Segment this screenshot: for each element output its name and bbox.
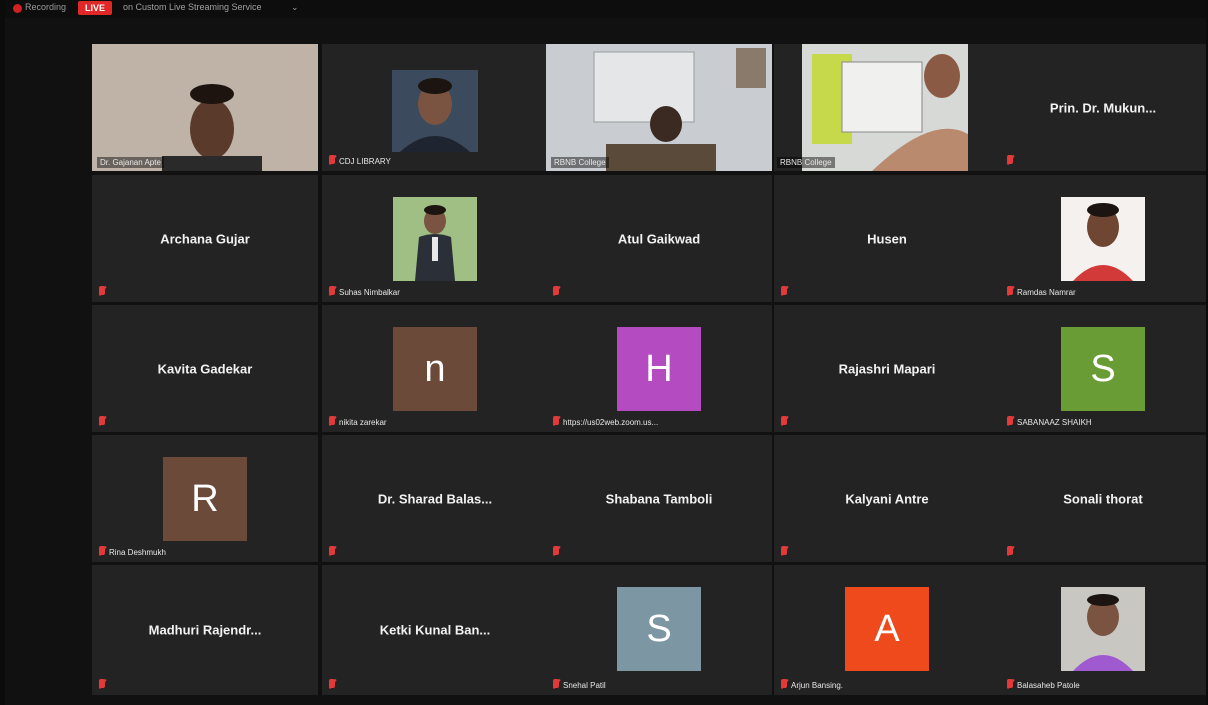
mic-muted-icon xyxy=(329,286,335,295)
participant-video xyxy=(92,44,318,171)
mic-muted-icon xyxy=(553,286,559,295)
participant-tile[interactable]: Sonali thorat xyxy=(1000,435,1206,562)
recording-label: Recording xyxy=(25,2,67,12)
participant-name: Prin. Dr. Mukun... xyxy=(1049,100,1157,115)
participant-tile[interactable]: Kalyani Antre xyxy=(774,435,1000,562)
participant-tile[interactable]: Rajashri Mapari xyxy=(774,305,1000,432)
participant-name: Archana Gujar xyxy=(160,231,250,246)
participant-name-label: Ramdas Namrar xyxy=(1017,288,1076,297)
mic-muted-icon xyxy=(781,416,787,425)
mic-muted-icon xyxy=(1007,679,1013,688)
participant-name: Dr. Sharad Balas... xyxy=(377,491,493,506)
participant-tile[interactable]: R Rina Deshmukh xyxy=(92,435,318,562)
participant-tile[interactable]: Archana Gujar xyxy=(92,175,318,302)
mic-muted-icon xyxy=(553,679,559,688)
chevron-down-icon[interactable]: ⌄ xyxy=(291,2,299,13)
participant-tile[interactable]: A Arjun Bansing. xyxy=(774,565,1000,695)
participant-name-label: CDJ LIBRARY xyxy=(339,157,391,166)
participant-name-label: Suhas Nimbalkar xyxy=(339,288,400,297)
participant-name: Atul Gaikwad xyxy=(617,231,701,246)
participant-name: Husen xyxy=(867,231,907,246)
top-bar: Recording LIVE on Custom Live Streaming … xyxy=(5,0,1206,18)
participant-photo xyxy=(1061,197,1145,281)
recording-icon xyxy=(13,4,22,13)
mic-muted-icon xyxy=(1007,546,1013,555)
mic-muted-icon xyxy=(329,679,335,688)
participant-tile[interactable]: Suhas Nimbalkar xyxy=(322,175,548,302)
participant-name-label: RBNB College xyxy=(777,157,835,168)
mic-muted-icon xyxy=(553,416,559,425)
participant-name: Sonali thorat xyxy=(1063,491,1143,506)
participant-video xyxy=(802,44,968,171)
mic-muted-icon xyxy=(781,546,787,555)
participant-avatar: S xyxy=(617,587,701,671)
participant-avatar: H xyxy=(617,327,701,411)
participant-name: Shabana Tamboli xyxy=(605,491,713,506)
participant-name-label: SABANAAZ SHAIKH xyxy=(1017,418,1092,427)
stream-service-label[interactable]: on Custom Live Streaming Service xyxy=(123,2,262,12)
participant-tile[interactable]: Madhuri Rajendr... xyxy=(92,565,318,695)
participant-tile[interactable]: Shabana Tamboli xyxy=(546,435,772,562)
participant-photo xyxy=(1061,587,1145,671)
mic-muted-icon xyxy=(99,546,105,555)
participant-name-label: Balasaheb Patole xyxy=(1017,681,1080,690)
participant-name-label: RBNB College xyxy=(551,157,609,168)
mic-muted-icon xyxy=(99,286,105,295)
mic-muted-icon xyxy=(553,546,559,555)
participant-avatar: S xyxy=(1061,327,1145,411)
participant-tile[interactable]: Dr. Gajanan Apte xyxy=(92,44,318,171)
mic-muted-icon xyxy=(1007,416,1013,425)
participant-avatar: A xyxy=(845,587,929,671)
mic-muted-icon xyxy=(1007,155,1013,164)
participant-photo xyxy=(393,197,477,281)
mic-muted-icon xyxy=(781,679,787,688)
live-badge[interactable]: LIVE xyxy=(78,1,112,15)
participant-name-label: Arjun Bansing. xyxy=(791,681,844,690)
participant-tile[interactable]: S SABANAAZ SHAIKH xyxy=(1000,305,1206,432)
participant-tile[interactable]: CDJ LIBRARY xyxy=(322,44,548,171)
participant-photo xyxy=(392,70,478,152)
participant-tile[interactable]: Dr. Sharad Balas... xyxy=(322,435,548,562)
participant-tile[interactable]: Husen xyxy=(774,175,1000,302)
participant-name-label: Dr. Gajanan Apte xyxy=(97,157,164,168)
participant-tile[interactable]: Balasaheb Patole xyxy=(1000,565,1206,695)
participant-name: Ketki Kunal Ban... xyxy=(379,622,491,638)
participant-tile[interactable]: Ramdas Namrar xyxy=(1000,175,1206,302)
mic-muted-icon xyxy=(1007,286,1013,295)
participant-avatar: n xyxy=(393,327,477,411)
participant-name-label: https://us02web.zoom.us... xyxy=(563,418,659,427)
participant-avatar: R xyxy=(163,457,247,541)
participant-video xyxy=(546,44,772,171)
participant-name: Rajashri Mapari xyxy=(838,361,936,376)
mic-muted-icon xyxy=(329,546,335,555)
participant-tile[interactable]: RBNB College xyxy=(774,44,1000,171)
participant-tile[interactable]: Prin. Dr. Mukun... xyxy=(1000,44,1206,171)
participant-name: Kalyani Antre xyxy=(845,491,929,506)
participant-tile[interactable]: Ketki Kunal Ban... xyxy=(322,565,548,695)
mic-muted-icon xyxy=(781,286,787,295)
participant-name-label: nikita zarekar xyxy=(339,418,387,427)
participant-tile[interactable]: n nikita zarekar xyxy=(322,305,548,432)
participant-name-label: Snehal Patil xyxy=(563,681,606,690)
mic-muted-icon xyxy=(99,679,105,688)
participant-tile[interactable]: RBNB College xyxy=(546,44,772,171)
mic-muted-icon xyxy=(329,416,335,425)
mic-muted-icon xyxy=(329,155,335,164)
participant-tile[interactable]: Atul Gaikwad xyxy=(546,175,772,302)
participant-name: Madhuri Rajendr... xyxy=(148,622,262,638)
participant-tile[interactable]: Kavita Gadekar xyxy=(92,305,318,432)
participant-tile[interactable]: S Snehal Patil xyxy=(546,565,772,695)
mic-muted-icon xyxy=(99,416,105,425)
participant-name: Kavita Gadekar xyxy=(157,361,253,376)
participant-name-label: Rina Deshmukh xyxy=(109,548,166,557)
participant-tile[interactable]: H https://us02web.zoom.us... xyxy=(546,305,772,432)
